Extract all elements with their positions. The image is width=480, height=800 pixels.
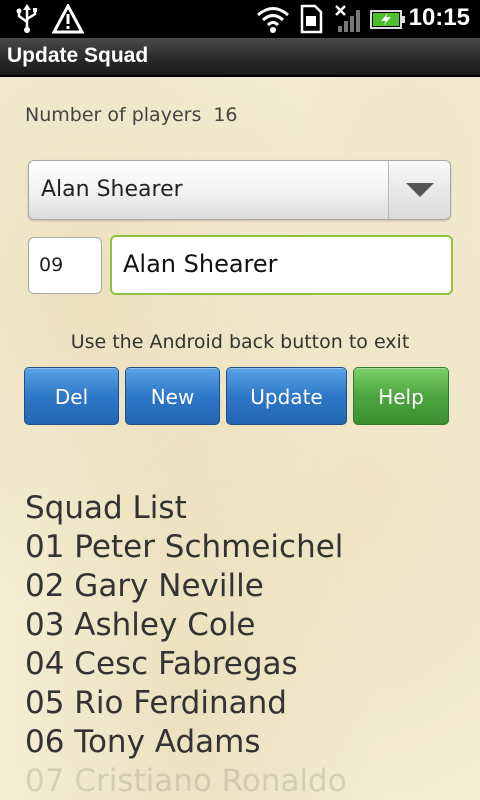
player-name-input[interactable]: Alan Shearer — [110, 235, 453, 295]
new-button[interactable]: New — [125, 367, 220, 425]
spinner-dropdown-button[interactable] — [388, 161, 450, 219]
list-item: 02 Gary Neville — [25, 568, 264, 604]
status-clock: 10:15 — [408, 4, 470, 31]
delete-button[interactable]: Del — [24, 367, 119, 425]
players-label: Number of players — [25, 104, 202, 126]
usb-icon — [14, 4, 40, 38]
list-item: 03 Ashley Cole — [25, 607, 256, 643]
player-select-spinner[interactable]: Alan Shearer — [28, 160, 451, 220]
chevron-down-icon — [406, 183, 434, 197]
warning-icon — [51, 2, 85, 38]
player-number-input[interactable]: 09 — [28, 237, 102, 294]
list-item: 05 Rio Ferdinand — [25, 685, 287, 721]
exit-hint: Use the Android back button to exit — [70, 331, 410, 353]
help-button[interactable]: Help — [353, 367, 449, 425]
app-title: Update Squad — [7, 44, 149, 67]
players-count-row: Number of players 16 — [25, 104, 238, 126]
list-item: 04 Cesc Fabregas — [25, 646, 298, 682]
squad-list: Squad List 01 Peter Schmeichel 02 Gary N… — [25, 489, 465, 800]
main-content: Number of players 16 Alan Shearer 09 Alan… — [0, 77, 480, 800]
players-count: 16 — [213, 104, 238, 126]
wifi-icon — [256, 4, 290, 38]
update-button[interactable]: Update — [226, 367, 347, 425]
sim-icon — [298, 4, 324, 38]
battery-charging-icon — [370, 4, 406, 38]
list-item: 01 Peter Schmeichel — [25, 529, 344, 565]
list-item: 07 Cristiano Ronaldo — [25, 763, 347, 799]
list-item: 06 Tony Adams — [25, 724, 261, 760]
squad-list-heading: Squad List — [25, 490, 187, 526]
title-bar: Update Squad — [0, 38, 480, 76]
signal-icon — [332, 4, 364, 38]
status-bar: 10:15 — [0, 0, 480, 38]
selected-player: Alan Shearer — [41, 177, 183, 202]
